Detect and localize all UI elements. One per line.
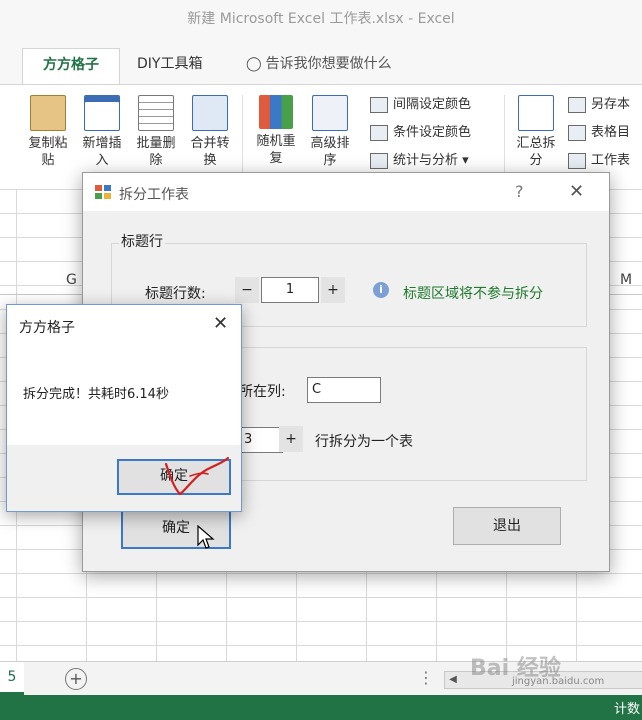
tab-fangfang-gezi[interactable]: 方方格子	[22, 48, 120, 85]
header-rows-group-title: 标题行	[119, 231, 165, 251]
lightbulb-icon: ◯	[246, 56, 262, 72]
summary-split-label: 汇总拆 分	[516, 136, 556, 168]
interval-color-button[interactable]: 间隔设定颜色	[370, 93, 471, 117]
add-sheet-button[interactable]: +	[65, 668, 87, 690]
status-count: 计数	[613, 702, 640, 717]
stats-analysis-label: 统计与分析	[393, 153, 459, 168]
message-text: 拆分完成！共耗时6.14秒	[23, 387, 169, 402]
header-rows-hint: 标题区域将不参与拆分	[403, 286, 543, 302]
header-rows-decrement-button[interactable]: −	[235, 277, 259, 303]
app-grid-icon	[95, 185, 111, 199]
worksheet-button[interactable]: 工作表	[568, 149, 630, 173]
interval-color-icon	[370, 96, 388, 113]
condition-color-icon	[370, 124, 388, 141]
column-input[interactable]: C	[307, 377, 381, 403]
merge-convert-label: 合并转 换	[190, 136, 230, 168]
condition-color-button[interactable]: 条件设定颜色	[370, 121, 471, 145]
column-header-g[interactable]: G	[66, 272, 77, 288]
message-title-bar: 方方格子 ✕	[7, 305, 241, 345]
info-icon: i	[373, 282, 389, 298]
condition-color-label: 条件设定颜色	[393, 125, 472, 140]
ribbon-separator	[242, 95, 243, 181]
stats-analysis-button[interactable]: 统计与分析 ▾	[370, 149, 469, 173]
status-bar: 计数	[0, 695, 642, 720]
tell-me-text: 告诉我你想要做什么	[265, 56, 392, 72]
worksheet-icon	[568, 152, 586, 169]
batch-delete-button[interactable]: 批量删 除	[130, 91, 182, 185]
message-title: 方方格子	[19, 320, 75, 336]
insert-label: 新增插 入	[82, 136, 122, 168]
merge-convert-icon	[192, 95, 228, 131]
delete-grid-icon	[138, 95, 174, 131]
summary-split-button[interactable]: 汇总拆 分	[510, 91, 562, 185]
random-repeat-button[interactable]: 随机重 复	[250, 91, 302, 185]
insert-rows-icon	[84, 95, 120, 131]
stats-icon	[370, 152, 388, 169]
save-icon	[568, 96, 586, 113]
copy-paste-label: 复制粘 贴	[28, 136, 68, 168]
header-rows-increment-button[interactable]: +	[321, 277, 345, 303]
red-check-annotation	[164, 456, 230, 496]
message-body: 拆分完成！共耗时6.14秒	[7, 345, 241, 445]
header-rows-input[interactable]: 1	[261, 277, 319, 303]
close-icon[interactable]: ✕	[569, 181, 584, 202]
sheet-tab[interactable]: 5	[0, 662, 24, 695]
summary-split-icon	[518, 95, 554, 131]
close-icon[interactable]: ✕	[213, 313, 228, 334]
table-directory-icon	[568, 124, 586, 141]
ribbon-separator	[504, 95, 505, 181]
baidu-watermark-url: jingyan.baidu.com	[512, 676, 605, 687]
sort-az-icon	[312, 95, 348, 131]
rows-per-sheet-label: 行拆分为一个表	[315, 434, 413, 450]
copy-paste-button[interactable]: 复制粘 贴	[22, 91, 74, 185]
rows-per-sheet-increment-button[interactable]: +	[279, 426, 303, 452]
help-icon[interactable]: ?	[515, 182, 524, 201]
advanced-sort-label: 高级排 序	[310, 136, 350, 168]
rows-per-sheet-input[interactable]: 3	[239, 427, 283, 453]
column-header-m[interactable]: M	[620, 272, 632, 288]
window-title: 新建 Microsoft Excel 工作表.xlsx - Excel	[187, 11, 455, 27]
scroll-left-icon[interactable]: ◀	[445, 672, 461, 688]
save-as-button[interactable]: 另存本	[568, 93, 630, 117]
dialog-exit-button[interactable]: 退出	[453, 507, 561, 545]
chevron-down-icon: ▾	[458, 153, 469, 168]
excel-title-bar: 新建 Microsoft Excel 工作表.xlsx - Excel	[0, 0, 642, 40]
worksheet-label: 工作表	[591, 153, 631, 168]
tell-me-search[interactable]: ◯ 告诉我你想要做什么	[246, 48, 392, 84]
dialog-title-bar: 拆分工作表 ? ✕	[83, 173, 609, 211]
header-rows-label: 标题行数:	[145, 286, 206, 302]
clipboard-icon	[30, 95, 66, 131]
more-options-icon[interactable]: ⋮	[418, 668, 434, 687]
save-as-label: 另存本	[591, 97, 631, 112]
merge-convert-button[interactable]: 合并转 换	[184, 91, 236, 185]
insert-button[interactable]: 新增插 入	[76, 91, 128, 185]
batch-delete-label: 批量删 除	[136, 136, 176, 168]
random-blocks-icon	[259, 95, 293, 129]
interval-color-label: 间隔设定颜色	[393, 97, 472, 112]
mouse-pointer-icon	[197, 525, 215, 549]
column-label: 所在列:	[239, 384, 286, 400]
random-repeat-label: 随机重 复	[256, 134, 296, 166]
table-directory-button[interactable]: 表格目	[568, 121, 630, 145]
ribbon-tabs: 方方格子 DIY工具箱 ◯ 告诉我你想要做什么	[0, 40, 642, 85]
dialog-title: 拆分工作表	[119, 187, 189, 203]
advanced-sort-button[interactable]: 高级排 序	[304, 91, 356, 185]
table-directory-label: 表格目	[591, 125, 631, 140]
tab-diy-toolbox[interactable]: DIY工具箱	[137, 48, 202, 84]
